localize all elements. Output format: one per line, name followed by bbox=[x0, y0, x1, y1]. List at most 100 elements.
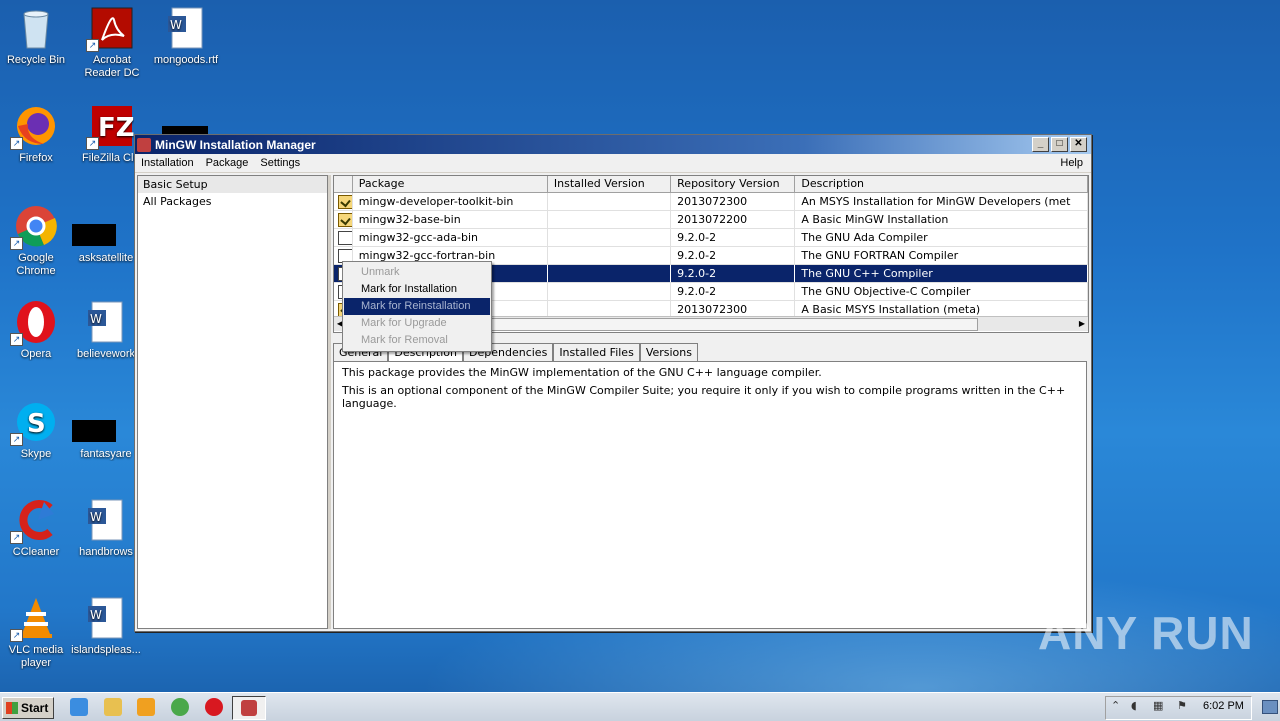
row-repo: 9.2.0-2 bbox=[671, 283, 796, 300]
table-row[interactable]: mingw32-base-bin 2013072200 A Basic MinG… bbox=[334, 211, 1088, 229]
filezilla-icon: FZ ↗ bbox=[86, 104, 135, 150]
windows-flag-icon bbox=[6, 702, 18, 714]
tab-versions[interactable]: Versions bbox=[639, 343, 698, 361]
shortcut-arrow-icon: ↗ bbox=[86, 137, 99, 150]
desktop-icon-believework[interactable]: W believework bbox=[70, 300, 142, 361]
mingw-installation-manager-window: MinGW Installation Manager _ □ ✕ Install… bbox=[134, 134, 1092, 632]
tab-installed-files[interactable]: Installed Files bbox=[553, 343, 640, 361]
desktop-icon-label: Skype bbox=[20, 448, 52, 460]
svg-text:FZ: FZ bbox=[98, 113, 134, 143]
desktop-icon-label: fantasyare bbox=[80, 448, 132, 460]
table-row[interactable]: mingw32-gcc-ada-bin 9.2.0-2 The GNU Ada … bbox=[334, 229, 1088, 247]
window-titlebar[interactable]: MinGW Installation Manager _ □ ✕ bbox=[135, 135, 1091, 154]
desktop-icon-handbrows[interactable]: W handbrows bbox=[70, 498, 142, 559]
mingw-app-icon bbox=[137, 137, 151, 152]
shortcut-arrow-icon: ↗ bbox=[10, 531, 23, 544]
row-installed bbox=[548, 211, 672, 228]
desktop-icon-label: VLC media player bbox=[8, 644, 64, 669]
desktop-icon-label: believework bbox=[76, 348, 136, 360]
row-repo: 2013072200 bbox=[671, 211, 796, 228]
desktop-icon-label: Firefox bbox=[19, 152, 53, 164]
desktop-icon-ccleaner[interactable]: ↗ CCleaner bbox=[0, 498, 72, 559]
start-button[interactable]: Start bbox=[2, 697, 54, 719]
checkbox-icon[interactable] bbox=[338, 231, 352, 245]
installed-checkbox-icon[interactable] bbox=[338, 213, 352, 227]
chrome-taskbar-icon[interactable] bbox=[171, 698, 189, 716]
desktop-icon-chrome[interactable]: ↗ Google Chrome bbox=[0, 204, 72, 278]
desktop-icon-islandspleas[interactable]: W islandspleas... bbox=[70, 596, 142, 657]
desktop-icon-label: islandspleas... bbox=[71, 644, 141, 656]
desktop-icon-fantasyare[interactable]: fantasyare bbox=[70, 400, 142, 461]
firefox-icon: ↗ bbox=[10, 104, 58, 150]
package-list-header: Package Installed Version Repository Ver… bbox=[334, 176, 1088, 193]
row-repo: 9.2.0-2 bbox=[671, 247, 796, 264]
column-header-repository-version[interactable]: Repository Version bbox=[671, 176, 796, 192]
opera-taskbar-icon[interactable] bbox=[205, 698, 223, 716]
row-installed bbox=[548, 283, 672, 300]
menu-item-mark-for-installation[interactable]: Mark for Installation bbox=[344, 281, 490, 298]
desktop-icon-asksatellite[interactable]: asksatellite bbox=[70, 204, 142, 265]
shortcut-arrow-icon: ↗ bbox=[10, 333, 23, 346]
maximize-button[interactable]: □ bbox=[1051, 137, 1068, 152]
column-header-installed-version[interactable]: Installed Version bbox=[548, 176, 672, 192]
shortcut-arrow-icon: ↗ bbox=[10, 137, 23, 150]
menu-item-mark-for-reinstallation[interactable]: Mark for Reinstallation bbox=[344, 298, 490, 315]
desktop-icon-label: Acrobat Reader DC bbox=[84, 54, 140, 79]
desktop-icon-acrobat[interactable]: ↗ Acrobat Reader DC bbox=[76, 6, 148, 80]
menu-settings[interactable]: Settings bbox=[254, 157, 306, 169]
close-button[interactable]: ✕ bbox=[1070, 137, 1087, 152]
desktop-icon-recycle-bin[interactable]: Recycle Bin bbox=[0, 6, 72, 67]
menu-item-unmark[interactable]: Unmark bbox=[344, 264, 490, 281]
mingw-taskbar-button[interactable] bbox=[232, 696, 266, 720]
desktop-icon-opera[interactable]: ↗ Opera bbox=[0, 300, 72, 361]
svg-text:W: W bbox=[90, 510, 102, 524]
category-pane: Basic Setup All Packages bbox=[137, 175, 328, 629]
desktop-icon-label: handbrows bbox=[79, 546, 133, 558]
network-icon[interactable]: ▦ bbox=[1153, 700, 1165, 712]
action-center-flag-icon[interactable]: ⚑ bbox=[1177, 700, 1189, 712]
table-row[interactable]: mingw-developer-toolkit-bin 2013072300 A… bbox=[334, 193, 1088, 211]
taskbar-clock[interactable]: 6:02 PM bbox=[1203, 700, 1244, 712]
desktop-icon-skype[interactable]: S ↗ Skype bbox=[0, 400, 72, 461]
media-player-icon[interactable] bbox=[137, 698, 155, 716]
column-header-package[interactable]: Package bbox=[353, 176, 548, 192]
shortcut-arrow-icon: ↗ bbox=[86, 39, 99, 52]
row-status-cell bbox=[334, 229, 353, 246]
package-pane: Package Installed Version Repository Ver… bbox=[333, 175, 1089, 629]
opera-icon: ↗ bbox=[10, 300, 58, 346]
category-all-packages[interactable]: All Packages bbox=[138, 193, 327, 210]
desktop-icon-label: Google Chrome bbox=[16, 252, 56, 277]
volume-icon[interactable]: ◖ bbox=[1131, 700, 1143, 712]
menu-item-mark-for-removal[interactable]: Mark for Removal bbox=[344, 332, 490, 349]
menu-package[interactable]: Package bbox=[200, 157, 255, 169]
desktop-icon-label: Opera bbox=[20, 348, 52, 360]
scroll-right-icon[interactable]: ▶ bbox=[1076, 317, 1088, 331]
svg-text:W: W bbox=[170, 18, 182, 32]
word-doc-icon: W bbox=[84, 596, 128, 640]
svg-text:W: W bbox=[90, 608, 102, 622]
row-desc: The GNU FORTRAN Compiler bbox=[795, 247, 1088, 264]
row-repo: 9.2.0-2 bbox=[671, 229, 796, 246]
minimize-button[interactable]: _ bbox=[1032, 137, 1049, 152]
column-header-description[interactable]: Description bbox=[795, 176, 1088, 192]
desktop-icon-firefox[interactable]: ↗ Firefox bbox=[0, 104, 72, 165]
ccleaner-icon: ↗ bbox=[10, 498, 58, 544]
acrobat-icon: ↗ bbox=[86, 6, 134, 52]
start-label: Start bbox=[21, 701, 49, 715]
installed-checkbox-icon[interactable] bbox=[338, 195, 352, 209]
menu-help[interactable]: Help bbox=[1054, 157, 1091, 169]
menu-installation[interactable]: Installation bbox=[135, 157, 200, 169]
show-desktop-icon[interactable] bbox=[1262, 700, 1278, 714]
file-icon bbox=[72, 400, 128, 444]
category-basic-setup[interactable]: Basic Setup bbox=[138, 176, 327, 193]
explorer-icon[interactable] bbox=[104, 698, 122, 716]
desktop-icon-mongoods[interactable]: W mongoods.rtf bbox=[150, 6, 222, 67]
menubar: Installation Package Settings Help bbox=[135, 154, 1091, 173]
column-header-status[interactable] bbox=[334, 176, 353, 192]
desktop-icon-vlc[interactable]: ↗ VLC media player bbox=[0, 596, 72, 670]
shortcut-arrow-icon: ↗ bbox=[10, 433, 23, 446]
menu-item-mark-for-upgrade[interactable]: Mark for Upgrade bbox=[344, 315, 490, 332]
ie-icon[interactable] bbox=[70, 698, 88, 716]
pane-splitter[interactable] bbox=[328, 175, 331, 629]
tray-expand-icon[interactable]: ⌃ bbox=[1111, 700, 1123, 712]
